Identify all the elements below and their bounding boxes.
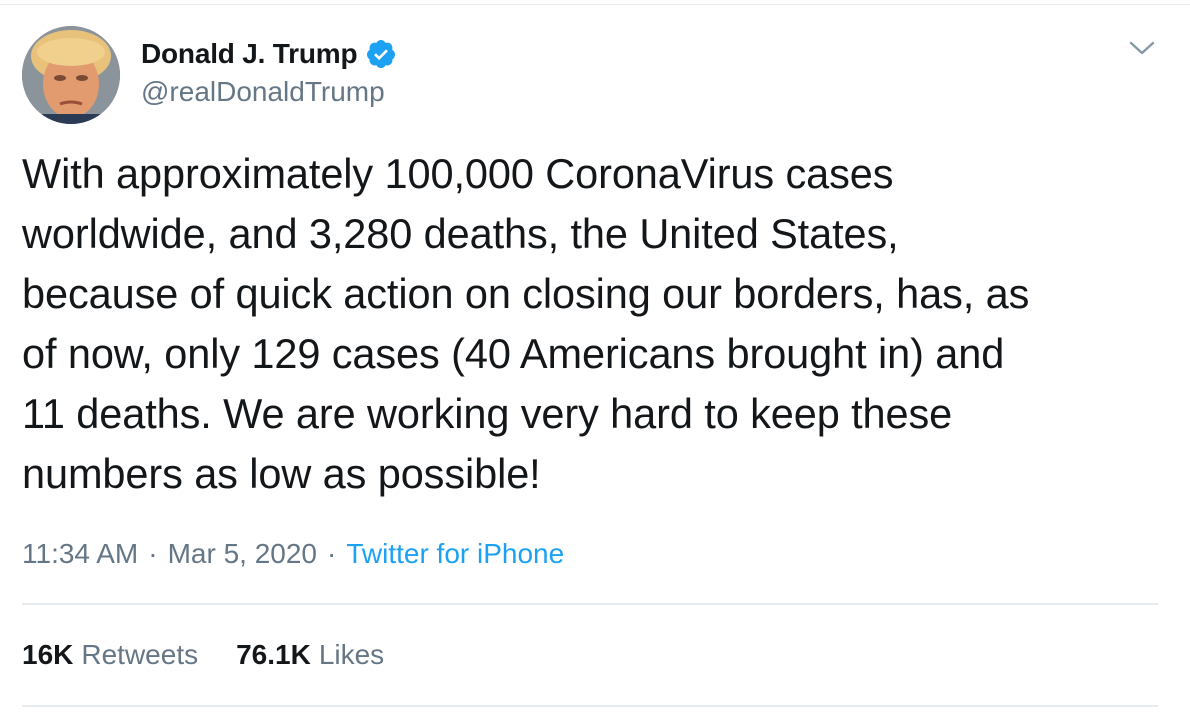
display-name[interactable]: Donald J. Trump: [141, 38, 358, 70]
meta-separator: ·: [148, 538, 158, 569]
chevron-down-icon[interactable]: [1127, 38, 1157, 58]
tweet-stats: 16K Retweets 76.1K Likes: [22, 635, 422, 675]
avatar[interactable]: [22, 26, 120, 124]
tweet-source-link[interactable]: Twitter for iPhone: [346, 538, 564, 570]
retweets-label: Retweets: [81, 639, 199, 670]
divider: [22, 603, 1158, 605]
meta-separator: ·: [326, 538, 337, 569]
verified-badge-icon: [367, 40, 396, 69]
tweet-date[interactable]: Mar 5, 2020: [168, 538, 317, 570]
divider: [22, 705, 1158, 707]
tweet-card: Donald J. Trump @realDonaldTrump With ap…: [0, 0, 1190, 720]
tweet-meta: 11:34 AM · Mar 5, 2020 · Twitter for iPh…: [22, 534, 564, 574]
likes-stat[interactable]: 76.1K Likes: [236, 639, 384, 671]
likes-label: Likes: [318, 639, 385, 670]
retweets-stat[interactable]: 16K Retweets: [22, 639, 198, 671]
retweets-count: 16K: [22, 639, 74, 670]
tweet-text: With approximately 100,000 CoronaVirus c…: [22, 150, 1030, 497]
user-handle[interactable]: @realDonaldTrump: [141, 76, 397, 108]
tweet-time[interactable]: 11:34 AM: [22, 538, 138, 570]
name-row: Donald J. Trump: [141, 36, 397, 72]
likes-count: 76.1K: [236, 639, 311, 670]
author-block[interactable]: Donald J. Trump @realDonaldTrump: [141, 36, 397, 108]
top-divider: [0, 4, 1190, 5]
